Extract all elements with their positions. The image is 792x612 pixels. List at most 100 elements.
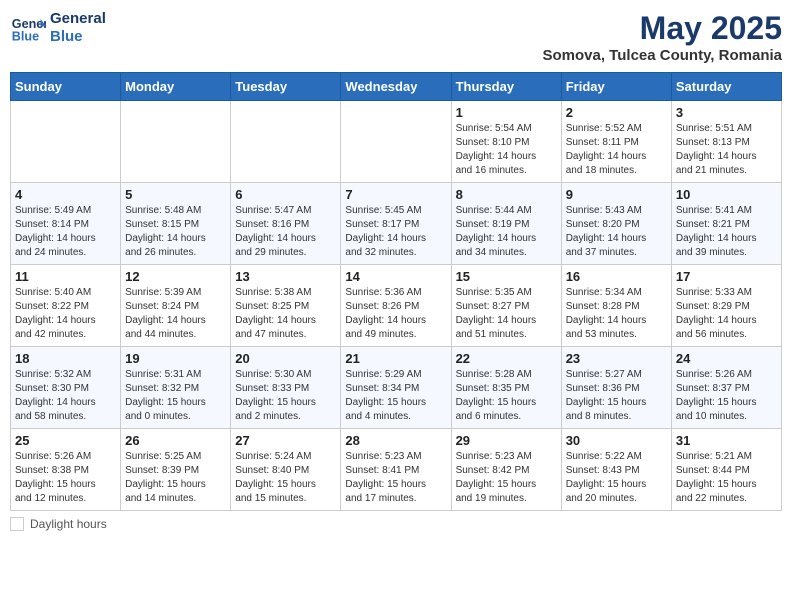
calendar-cell: 5 Sunrise: 5:48 AM Sunset: 8:15 PM Daylig…: [121, 183, 231, 265]
day-info: Sunrise: 5:43 AM Sunset: 8:20 PM Dayligh…: [566, 204, 667, 260]
day-number: 18: [15, 351, 116, 366]
day-number: 5: [125, 187, 226, 202]
day-number: 2: [566, 105, 667, 120]
calendar-cell: 29 Sunrise: 5:23 AM Sunset: 8:42 PM Dayli…: [451, 429, 561, 511]
logo: General Blue General Blue: [10, 10, 106, 46]
day-number: 3: [676, 105, 777, 120]
calendar-cell: [121, 101, 231, 183]
calendar-cell: 28 Sunrise: 5:23 AM Sunset: 8:41 PM Dayli…: [341, 429, 451, 511]
logo-blue: Blue: [50, 28, 106, 46]
day-info: Sunrise: 5:22 AM Sunset: 8:43 PM Dayligh…: [566, 450, 667, 506]
day-number: 27: [235, 433, 336, 448]
day-info: Sunrise: 5:51 AM Sunset: 8:13 PM Dayligh…: [676, 122, 777, 178]
day-number: 7: [345, 187, 446, 202]
footer: Daylight hours: [10, 517, 782, 531]
day-number: 28: [345, 433, 446, 448]
location-title: Somova, Tulcea County, Romania: [543, 47, 783, 64]
calendar-cell: 2Sunrise: 5:52 AM Sunset: 8:11 PM Daylig…: [561, 101, 671, 183]
day-number: 20: [235, 351, 336, 366]
calendar-cell: 24 Sunrise: 5:26 AM Sunset: 8:37 PM Dayli…: [671, 347, 781, 429]
day-info: Sunrise: 5:47 AM Sunset: 8:16 PM Dayligh…: [235, 204, 336, 260]
day-number: 16: [566, 269, 667, 284]
daylight-legend-box: [10, 517, 24, 531]
day-info: Sunrise: 5:40 AM Sunset: 8:22 PM Dayligh…: [15, 286, 116, 342]
day-info: Sunrise: 5:30 AM Sunset: 8:33 PM Dayligh…: [235, 368, 336, 424]
day-number: 10: [676, 187, 777, 202]
day-number: 24: [676, 351, 777, 366]
calendar-cell: 15 Sunrise: 5:35 AM Sunset: 8:27 PM Dayli…: [451, 265, 561, 347]
calendar-cell: 23 Sunrise: 5:27 AM Sunset: 8:36 PM Dayli…: [561, 347, 671, 429]
calendar-week-5: 25Sunrise: 5:26 AM Sunset: 8:38 PM Dayli…: [11, 429, 782, 511]
calendar-cell: 25Sunrise: 5:26 AM Sunset: 8:38 PM Dayli…: [11, 429, 121, 511]
day-info: Sunrise: 5:41 AM Sunset: 8:21 PM Dayligh…: [676, 204, 777, 260]
day-info: Sunrise: 5:33 AM Sunset: 8:29 PM Dayligh…: [676, 286, 777, 342]
calendar-week-2: 4 Sunrise: 5:49 AM Sunset: 8:14 PM Daylig…: [11, 183, 782, 265]
day-info: Sunrise: 5:45 AM Sunset: 8:17 PM Dayligh…: [345, 204, 446, 260]
weekday-thursday: Thursday: [451, 73, 561, 101]
day-number: 17: [676, 269, 777, 284]
day-info: Sunrise: 5:28 AM Sunset: 8:35 PM Dayligh…: [456, 368, 557, 424]
calendar-cell: [231, 101, 341, 183]
calendar-cell: 21Sunrise: 5:29 AM Sunset: 8:34 PM Dayli…: [341, 347, 451, 429]
day-info: Sunrise: 5:32 AM Sunset: 8:30 PM Dayligh…: [15, 368, 116, 424]
weekday-wednesday: Wednesday: [341, 73, 451, 101]
daylight-legend-label: Daylight hours: [30, 517, 107, 531]
day-number: 9: [566, 187, 667, 202]
day-number: 21: [345, 351, 446, 366]
month-title: May 2025: [543, 10, 783, 47]
weekday-friday: Friday: [561, 73, 671, 101]
logo-general: General: [50, 10, 106, 28]
day-number: 15: [456, 269, 557, 284]
calendar-week-3: 11Sunrise: 5:40 AM Sunset: 8:22 PM Dayli…: [11, 265, 782, 347]
day-number: 23: [566, 351, 667, 366]
calendar-cell: 22Sunrise: 5:28 AM Sunset: 8:35 PM Dayli…: [451, 347, 561, 429]
calendar-cell: 6Sunrise: 5:47 AM Sunset: 8:16 PM Daylig…: [231, 183, 341, 265]
day-info: Sunrise: 5:44 AM Sunset: 8:19 PM Dayligh…: [456, 204, 557, 260]
calendar-cell: 14Sunrise: 5:36 AM Sunset: 8:26 PM Dayli…: [341, 265, 451, 347]
calendar-cell: 26Sunrise: 5:25 AM Sunset: 8:39 PM Dayli…: [121, 429, 231, 511]
day-info: Sunrise: 5:25 AM Sunset: 8:39 PM Dayligh…: [125, 450, 226, 506]
day-number: 19: [125, 351, 226, 366]
day-info: Sunrise: 5:48 AM Sunset: 8:15 PM Dayligh…: [125, 204, 226, 260]
day-info: Sunrise: 5:35 AM Sunset: 8:27 PM Dayligh…: [456, 286, 557, 342]
calendar-cell: 3 Sunrise: 5:51 AM Sunset: 8:13 PM Daylig…: [671, 101, 781, 183]
calendar-cell: [11, 101, 121, 183]
calendar-cell: 9 Sunrise: 5:43 AM Sunset: 8:20 PM Daylig…: [561, 183, 671, 265]
day-info: Sunrise: 5:49 AM Sunset: 8:14 PM Dayligh…: [15, 204, 116, 260]
calendar-cell: 7 Sunrise: 5:45 AM Sunset: 8:17 PM Daylig…: [341, 183, 451, 265]
day-number: 25: [15, 433, 116, 448]
day-number: 4: [15, 187, 116, 202]
day-number: 13: [235, 269, 336, 284]
weekday-header-row: SundayMondayTuesdayWednesdayThursdayFrid…: [11, 73, 782, 101]
calendar-cell: 12Sunrise: 5:39 AM Sunset: 8:24 PM Dayli…: [121, 265, 231, 347]
calendar-cell: [341, 101, 451, 183]
day-info: Sunrise: 5:31 AM Sunset: 8:32 PM Dayligh…: [125, 368, 226, 424]
logo-icon: General Blue: [10, 10, 46, 46]
page-header: General Blue General Blue May 2025 Somov…: [10, 10, 782, 64]
day-info: Sunrise: 5:38 AM Sunset: 8:25 PM Dayligh…: [235, 286, 336, 342]
title-block: May 2025 Somova, Tulcea County, Romania: [543, 10, 783, 64]
day-number: 30: [566, 433, 667, 448]
day-number: 8: [456, 187, 557, 202]
calendar-cell: 8 Sunrise: 5:44 AM Sunset: 8:19 PM Daylig…: [451, 183, 561, 265]
calendar-cell: 30 Sunrise: 5:22 AM Sunset: 8:43 PM Dayli…: [561, 429, 671, 511]
calendar-cell: 18 Sunrise: 5:32 AM Sunset: 8:30 PM Dayli…: [11, 347, 121, 429]
svg-text:Blue: Blue: [12, 30, 39, 44]
calendar-cell: 4 Sunrise: 5:49 AM Sunset: 8:14 PM Daylig…: [11, 183, 121, 265]
weekday-monday: Monday: [121, 73, 231, 101]
calendar-week-1: 1Sunrise: 5:54 AM Sunset: 8:10 PM Daylig…: [11, 101, 782, 183]
day-number: 29: [456, 433, 557, 448]
day-number: 14: [345, 269, 446, 284]
calendar-cell: 13 Sunrise: 5:38 AM Sunset: 8:25 PM Dayli…: [231, 265, 341, 347]
day-info: Sunrise: 5:23 AM Sunset: 8:42 PM Dayligh…: [456, 450, 557, 506]
calendar-cell: 31 Sunrise: 5:21 AM Sunset: 8:44 PM Dayli…: [671, 429, 781, 511]
day-info: Sunrise: 5:23 AM Sunset: 8:41 PM Dayligh…: [345, 450, 446, 506]
day-number: 31: [676, 433, 777, 448]
day-info: Sunrise: 5:21 AM Sunset: 8:44 PM Dayligh…: [676, 450, 777, 506]
day-info: Sunrise: 5:27 AM Sunset: 8:36 PM Dayligh…: [566, 368, 667, 424]
weekday-sunday: Sunday: [11, 73, 121, 101]
calendar-cell: 17 Sunrise: 5:33 AM Sunset: 8:29 PM Dayli…: [671, 265, 781, 347]
day-info: Sunrise: 5:26 AM Sunset: 8:37 PM Dayligh…: [676, 368, 777, 424]
day-info: Sunrise: 5:39 AM Sunset: 8:24 PM Dayligh…: [125, 286, 226, 342]
weekday-saturday: Saturday: [671, 73, 781, 101]
